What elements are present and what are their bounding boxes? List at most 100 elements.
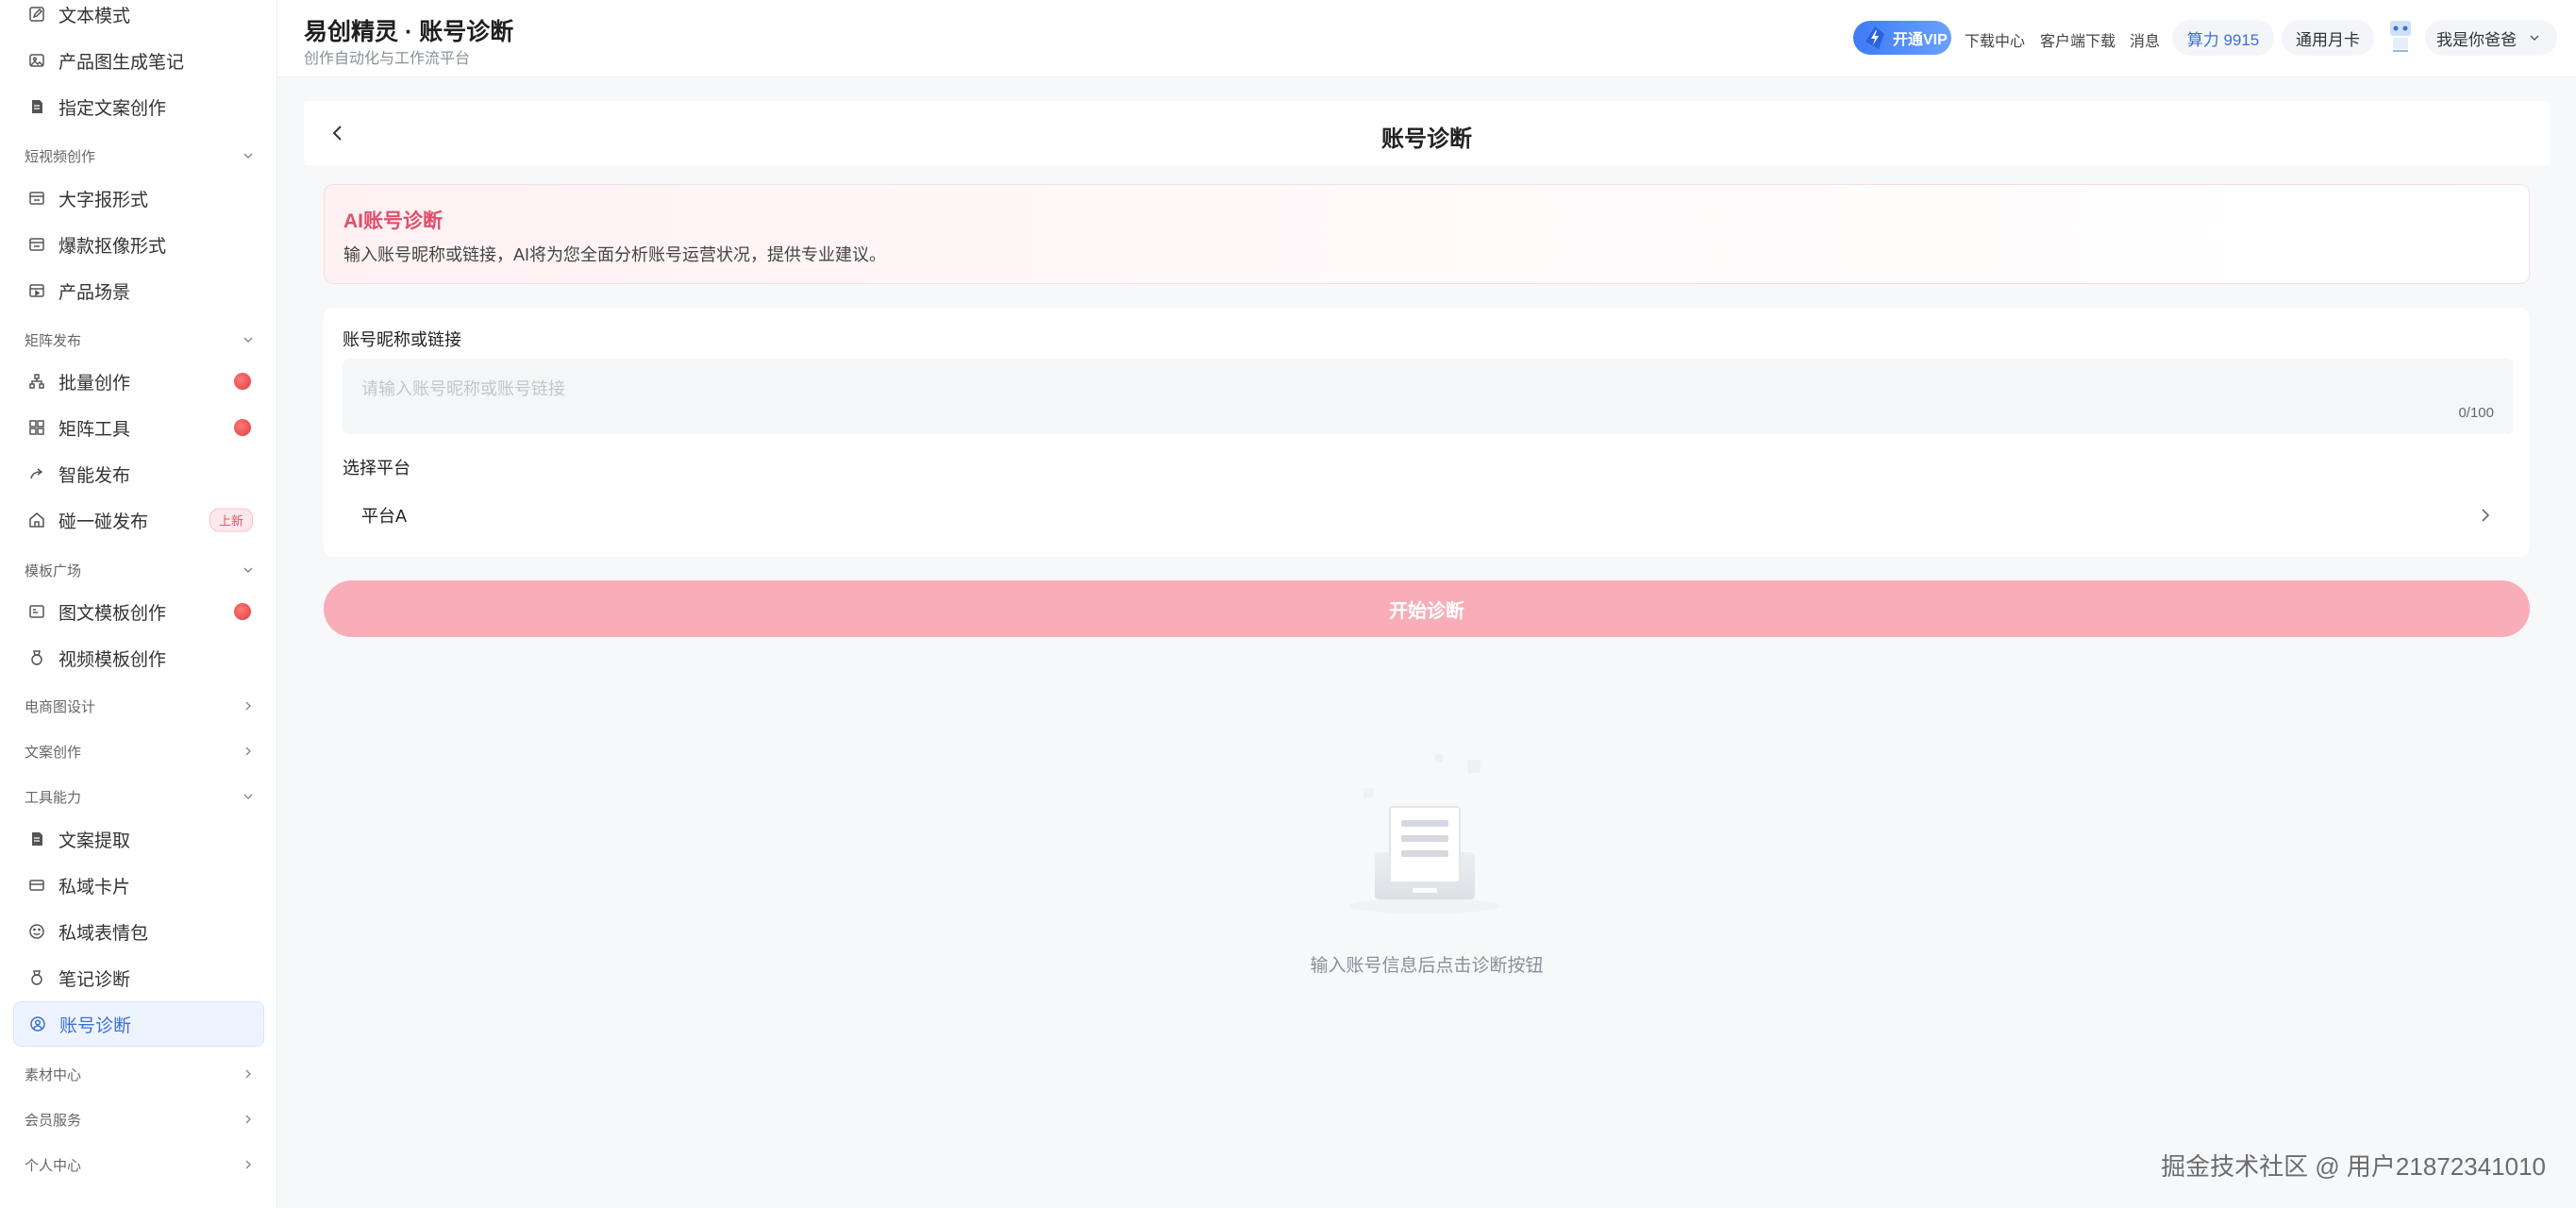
sidebar-item-label: 爆款抠像形式 [59, 236, 167, 257]
home-icon [28, 512, 45, 528]
sidebar-group-material-center[interactable]: 素材中心 [25, 1060, 255, 1088]
sidebar-item-label: 批量创作 [59, 373, 131, 394]
user-menu[interactable]: 我是你爸爸 [2425, 20, 2557, 56]
sidebar-item-private-stickers[interactable]: 私域表情包 [13, 910, 264, 953]
new-tag: 上新 [209, 508, 253, 532]
chevron-down-icon [2530, 35, 2539, 41]
user-circle-icon [29, 1015, 46, 1032]
sidebar-item-product-scene[interactable]: 产品场景 [13, 269, 264, 312]
sidebar-item-label: 视频模板创作 [59, 649, 167, 670]
sidebar-item-account-diagnosis[interactable]: 账号诊断 [13, 1001, 264, 1047]
info-description: 输入账号昵称或链接，AI将为您全面分析账号运营状况，提供专业建议。 [343, 245, 887, 264]
sidebar-group-personal-center[interactable]: 个人中心 [25, 1150, 255, 1179]
chevron-right-icon [245, 701, 251, 711]
sidebar-group-short-video[interactable]: 短视频创作 [25, 142, 255, 170]
image-icon [28, 52, 45, 69]
sidebar-item-text-mode[interactable]: 文本模式 [13, 0, 264, 36]
chevron-right-icon [245, 1069, 251, 1079]
sidebar-item-cutout[interactable]: 爆款抠像形式 [13, 223, 264, 266]
app-subtitle: 创作自动化与工作流平台 [304, 51, 471, 67]
sidebar-group-tools[interactable]: 工具能力 [25, 782, 255, 811]
client-download-link[interactable]: 客户端下载 [2040, 28, 2116, 51]
sidebar-group-label: 短视频创作 [25, 148, 96, 165]
char-counter: 0/100 [2458, 405, 2494, 421]
sidebar-item-product-image-note[interactable]: 产品图生成笔记 [13, 39, 264, 82]
account-field-label: 账号昵称或链接 [343, 330, 461, 349]
sidebar-group-label: 模板广场 [25, 562, 82, 579]
org-chart-icon [28, 373, 45, 390]
sidebar-group-matrix-publish[interactable]: 矩阵发布 [25, 326, 255, 354]
sidebar-item-label: 碰一碰发布 [59, 512, 149, 532]
sidebar-item-label: 私域卡片 [59, 877, 131, 898]
sidebar-item-label: 指定文案创作 [59, 98, 167, 119]
sidebar-item-big-poster[interactable]: 大字报形式 [13, 176, 264, 220]
open-vip-button[interactable]: 开通VIP [1853, 21, 1951, 55]
sidebar-group-label: 会员服务 [25, 1112, 82, 1129]
sidebar-item-label: 大字报形式 [59, 190, 149, 210]
user-name: 我是你爸爸 [2436, 30, 2517, 49]
document-icon [28, 830, 45, 847]
vip-label: 开通VIP [1893, 32, 1948, 48]
sidebar-item-private-card[interactable]: 私域卡片 [13, 864, 264, 907]
card-icon [28, 236, 45, 253]
sidebar-item-image-text-template[interactable]: 图文模板创作 [13, 590, 264, 633]
play-card-icon [28, 282, 45, 299]
sidebar-item-copy-extract[interactable]: 文案提取 [13, 817, 264, 861]
chevron-down-icon [243, 337, 253, 343]
medal-icon [28, 649, 45, 666]
chevron-right-icon [245, 1115, 251, 1124]
ai-diagnosis-info-card: AI账号诊断 输入账号昵称或链接，AI将为您全面分析账号运营状况，提供专业建议。 [324, 184, 2530, 284]
watermark: 掘金技术社区 @ 用户21872341010 [2161, 1152, 2546, 1181]
sidebar-group-member-service[interactable]: 会员服务 [25, 1105, 255, 1133]
info-title: AI账号诊断 [343, 210, 443, 232]
messages-link[interactable]: 消息 [2130, 28, 2160, 51]
sidebar-group-ecommerce-design[interactable]: 电商图设计 [25, 692, 255, 720]
start-diagnosis-button[interactable]: 开始诊断 [324, 580, 2530, 637]
sidebar-item-label: 智能发布 [59, 465, 131, 486]
hot-badge-icon [234, 603, 251, 620]
grid-icon [28, 419, 45, 436]
page-topbar: 账号诊断 [304, 101, 2550, 165]
monthly-card-pill[interactable]: 通用月卡 [2282, 20, 2374, 56]
sidebar-item-batch-create[interactable]: 批量创作 [13, 360, 264, 403]
sidebar-item-label: 矩阵工具 [59, 419, 131, 440]
chevron-down-icon [243, 567, 253, 573]
chevron-right-icon [245, 1160, 251, 1169]
top-header: 易创精灵 · 账号诊断 创作自动化与工作流平台 开通VIP 下载中心 客户端下载… [277, 0, 2576, 77]
document-icon [28, 98, 45, 115]
sidebar-item-specified-copy[interactable]: 指定文案创作 [13, 85, 264, 128]
sidebar-group-label: 电商图设计 [25, 698, 96, 715]
chevron-right-icon [2482, 509, 2490, 522]
sidebar-item-label: 文本模式 [59, 6, 131, 26]
sidebar-item-smart-publish[interactable]: 智能发布 [13, 452, 264, 495]
avatar[interactable] [2384, 19, 2417, 55]
card-icon [28, 190, 45, 207]
image-text-icon [28, 603, 45, 620]
platform-value: 平台A [361, 507, 408, 526]
sidebar-item-tap-publish[interactable]: 碰一碰发布 上新 [13, 498, 264, 542]
sidebar-item-label: 图文模板创作 [59, 603, 167, 624]
sidebar-item-label: 私域表情包 [59, 923, 149, 944]
hot-badge-icon [234, 419, 251, 436]
download-center-link[interactable]: 下载中心 [1965, 28, 2025, 51]
sidebar-group-template-square[interactable]: 模板广场 [25, 556, 255, 584]
chevron-down-icon [243, 794, 253, 799]
sidebar-group-label: 工具能力 [25, 789, 82, 806]
app-title: 易创精灵 · 账号诊断 [304, 19, 514, 45]
page-title: 账号诊断 [1381, 126, 1472, 152]
diagnosis-form: 账号昵称或链接 请输入账号昵称或账号链接 0/100 选择平台 平台A [324, 308, 2530, 557]
platform-select[interactable]: 平台A [343, 487, 2513, 544]
sidebar-group-copywriting[interactable]: 文案创作 [25, 737, 255, 765]
sidebar-item-label: 账号诊断 [59, 1015, 132, 1036]
sidebar-item-label: 产品图生成笔记 [59, 52, 185, 73]
account-input[interactable]: 请输入账号昵称或账号链接 [343, 359, 2513, 434]
card-icon [28, 877, 45, 894]
sidebar-item-video-template[interactable]: 视频模板创作 [13, 636, 264, 680]
sidebar-item-label: 文案提取 [59, 830, 131, 851]
computing-power-pill[interactable]: 算力 9915 [2172, 20, 2274, 56]
empty-state-text: 输入账号信息后点击诊断按钮 [1310, 956, 1544, 976]
platform-field-label: 选择平台 [343, 459, 410, 478]
sidebar-item-matrix-tools[interactable]: 矩阵工具 [13, 406, 264, 449]
hot-badge-icon [234, 373, 251, 390]
sidebar-group-label: 个人中心 [25, 1157, 82, 1174]
